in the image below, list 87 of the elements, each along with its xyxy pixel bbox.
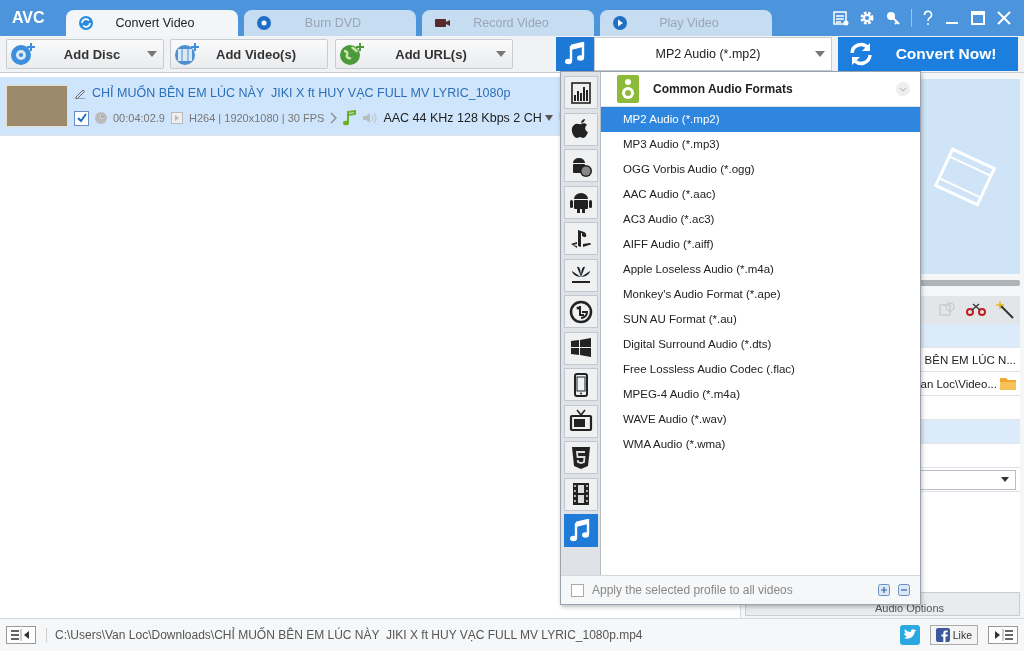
chevron-down-icon: [896, 82, 910, 96]
file-path-text: C:\Users\Van Loc\Downloads\CHỈ MUỐN BÊN EM LÚC NÀY JIKI X ft HUY VẠC FULL MV LYRIC_1080p.mp4: [46, 628, 643, 642]
output-folder-text: an Loc\Video...: [920, 377, 997, 390]
bird-icon[interactable]: [899, 625, 920, 645]
profile-category-button[interactable]: [563, 258, 598, 292]
speaker-icon: [617, 75, 639, 103]
disc-icon: [256, 15, 272, 31]
format-item[interactable]: Free Lossless Audio Codec (.flac): [601, 357, 920, 382]
format-item[interactable]: AIFF Audio (*.aiff): [601, 232, 920, 257]
format-item[interactable]: MP2 Audio (*.mp2): [601, 107, 920, 132]
clock-icon: [95, 112, 107, 124]
video-thumbnail: [6, 85, 68, 127]
duration-text: 00:04:02.9: [113, 112, 165, 124]
globe-add-icon: [338, 41, 366, 67]
file-title: CHỈ MUỐN BÊN EM LÚC NÀY JIKI X ft HUY VẠC FULL MV LYRIC_1080p: [92, 86, 511, 100]
circle-logo-icon: [568, 299, 593, 324]
expand-all-icon[interactable]: [878, 584, 890, 596]
check-icon: [75, 112, 88, 124]
collapse-all-icon[interactable]: [898, 584, 910, 596]
format-item[interactable]: WMA Audio (*.wma): [601, 432, 920, 457]
add-button[interactable]: Add Disc: [6, 39, 164, 69]
profile-category-button[interactable]: [563, 404, 598, 438]
apply-all-label: Apply the selected profile to all videos: [592, 583, 793, 597]
checkbox[interactable]: [571, 583, 584, 597]
app-logo: AVC: [11, 9, 46, 27]
film-add-icon: [173, 41, 201, 67]
profile-category-button[interactable]: [563, 331, 598, 365]
refresh-icon: [848, 41, 874, 67]
chevron-icon: [330, 112, 338, 124]
profile-category-button[interactable]: [563, 185, 598, 219]
music-note-icon: [343, 110, 358, 126]
format-item[interactable]: Apple Loseless Audio (*.m4a): [601, 257, 920, 282]
format-item[interactable]: Monkey's Audio Format (*.ape): [601, 282, 920, 307]
profile-dropdown[interactable]: MP2 Audio (*.mp2): [594, 37, 832, 71]
music-note-icon: [564, 42, 586, 66]
file-name-text: BÊN EM LÚC N...: [924, 353, 1016, 366]
format-item[interactable]: AC3 Audio (*.ac3): [601, 207, 920, 232]
caret-icon: [496, 51, 506, 57]
video-info-text: H264 | 1920x1080 | 30 FPS: [189, 112, 325, 124]
checkbox[interactable]: [74, 110, 89, 126]
profile-category-button[interactable]: [563, 149, 598, 182]
format-item[interactable]: SUN AU Format (*.au): [601, 307, 920, 332]
play-icon: [612, 15, 628, 31]
format-item[interactable]: MPEG-4 Audio (*.m4a): [601, 382, 920, 407]
caret-icon: [1001, 477, 1009, 482]
profile-category-button[interactable]: [563, 368, 598, 401]
android-icon: [568, 190, 593, 214]
profile-category-button[interactable]: [563, 76, 598, 109]
magic-wand-icon[interactable]: [996, 301, 1014, 319]
tv-icon: [568, 409, 593, 433]
profile-category-button[interactable]: [563, 477, 598, 511]
profile-category-button[interactable]: [563, 295, 598, 328]
video-icon: [171, 112, 183, 124]
add-button[interactable]: Add Video(s): [170, 39, 328, 69]
settings-icon[interactable]: [859, 10, 875, 26]
key-icon[interactable]: [885, 10, 901, 26]
format-item[interactable]: AAC Audio (*.aac): [601, 182, 920, 207]
windows-icon: [568, 336, 593, 360]
profile-category-button[interactable]: [563, 112, 598, 146]
format-item[interactable]: WAVE Audio (*.wav): [601, 407, 920, 432]
caret-icon: [815, 51, 825, 57]
panel-toggle-button[interactable]: [6, 626, 36, 644]
scissors-icon[interactable]: [966, 303, 986, 317]
format-item[interactable]: Digital Surround Audio (*.dts): [601, 332, 920, 357]
profile-category-button[interactable]: [563, 222, 598, 255]
letter-f-icon: [935, 628, 950, 642]
panel-toggle-button[interactable]: [988, 626, 1018, 644]
caret-icon: [147, 51, 157, 57]
profile-category-button[interactable]: [563, 441, 598, 474]
format-item[interactable]: OGG Vorbis Audio (*.ogg): [601, 157, 920, 182]
help-icon[interactable]: [922, 10, 934, 26]
tab[interactable]: Convert Video: [66, 10, 238, 36]
maximize-icon[interactable]: [970, 10, 986, 26]
list-arrow-icon: [10, 629, 32, 641]
audio-track-dropdown[interactable]: AAC 44 KHz 128 Kbps 2 CH: [383, 111, 553, 125]
list-icon[interactable]: [833, 10, 849, 26]
like-button[interactable]: Like: [929, 625, 978, 645]
close-icon[interactable]: [996, 10, 1012, 26]
speaker-icon: [363, 112, 378, 124]
convert-button[interactable]: Convert Now!: [838, 37, 1018, 71]
all-devices-icon: [568, 80, 593, 105]
arrow-list-icon: [992, 629, 1014, 641]
disc-add-icon: [9, 41, 37, 67]
refresh-icon: [78, 15, 94, 31]
pencil-icon[interactable]: [74, 87, 86, 99]
caret-icon: [544, 115, 553, 121]
add-button[interactable]: Add URL(s): [335, 39, 513, 69]
